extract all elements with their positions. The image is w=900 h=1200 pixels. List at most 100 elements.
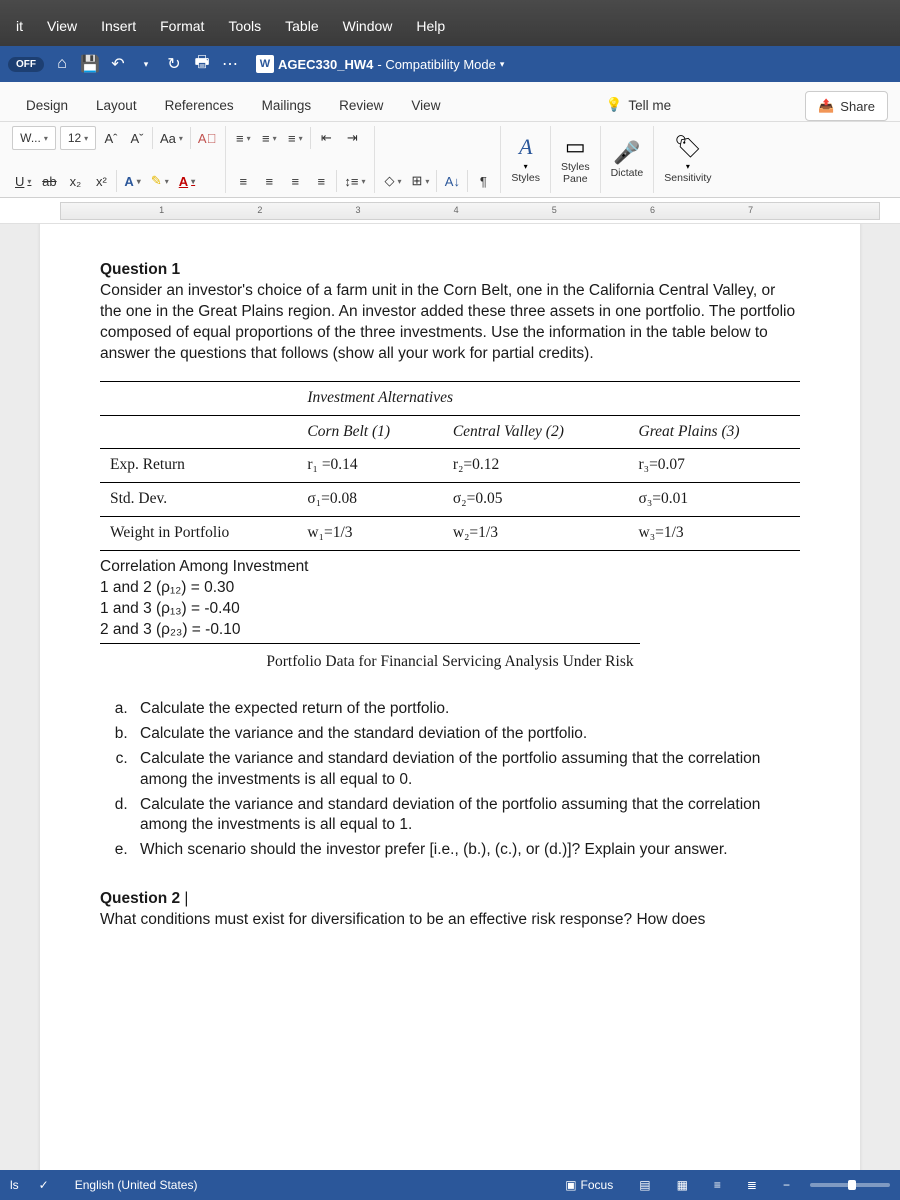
line-spacing-button[interactable]: ↕≡ [341, 169, 368, 193]
web-layout-button[interactable]: ≡ [708, 1178, 727, 1192]
borders-button[interactable]: ⊞ [408, 169, 432, 193]
zoom-slider[interactable] [810, 1183, 890, 1187]
dictate-button[interactable]: 🎤 Dictate [601, 126, 655, 193]
font-group: W... 12 Aˆ Aˇ Aa A⃠ U ab x₂ x² A ✎ A [6, 126, 226, 193]
menu-table[interactable]: Table [273, 12, 330, 40]
lightbulb-icon: 💡 [606, 97, 623, 113]
tab-view[interactable]: View [397, 90, 454, 121]
styles-gallery[interactable]: A ▾ Styles [501, 126, 551, 193]
align-center-button[interactable]: ≡ [258, 169, 280, 193]
tab-mailings[interactable]: Mailings [248, 90, 326, 121]
subscript-button[interactable]: x₂ [64, 169, 86, 193]
mic-icon: 🎤 [613, 140, 640, 166]
tab-references[interactable]: References [151, 90, 248, 121]
strikethrough-button[interactable]: ab [38, 169, 60, 193]
row-weight-label: Weight in Portfolio [100, 517, 297, 551]
ribbon-tabs: Design Layout References Mailings Review… [0, 82, 900, 122]
print-icon[interactable]: 🖶 [192, 54, 212, 74]
font-color-button[interactable]: A [176, 169, 198, 193]
cell: σ₁=0.08 [297, 483, 442, 517]
show-marks-button[interactable]: ¶ [472, 169, 494, 193]
justify-button[interactable]: ≡ [310, 169, 332, 193]
align-left-button[interactable]: ≡ [232, 169, 254, 193]
titlebar: OFF ⌂ 💾 ↶ ▾ ↻ 🖶 ⋯ W AGEC330_HW4 - Compat… [0, 46, 900, 82]
subq-b: Calculate the variance and the standard … [132, 724, 800, 745]
sensitivity-label: Sensitivity [664, 173, 711, 185]
undo-icon[interactable]: ↶ [108, 54, 128, 74]
more-icon[interactable]: ⋯ [220, 54, 240, 74]
increase-indent-button[interactable]: ⇥ [341, 126, 363, 150]
share-button[interactable]: 📤 Share [805, 91, 888, 121]
sort-button[interactable]: A↓ [441, 169, 463, 193]
accessibility-check[interactable]: ✓ [33, 1178, 55, 1192]
ruler-mark: 5 [552, 205, 557, 215]
text-effects-button[interactable]: A [121, 169, 143, 193]
numbering-button[interactable]: ≡ [258, 126, 280, 150]
grow-font-button[interactable]: Aˆ [100, 126, 122, 150]
tab-review[interactable]: Review [325, 90, 397, 121]
font-size-select[interactable]: 12 [60, 126, 96, 150]
mac-menubar: it View Insert Format Tools Table Window… [0, 0, 900, 46]
subq-c: Calculate the variance and standard devi… [132, 749, 800, 791]
change-case-button[interactable]: Aa [157, 126, 186, 150]
superscript-button[interactable]: x² [90, 169, 112, 193]
underline-button[interactable]: U [12, 169, 34, 193]
align-right-button[interactable]: ≡ [284, 169, 306, 193]
highlight-button[interactable]: ✎ [148, 169, 172, 193]
title-dropdown-icon[interactable]: ▾ [500, 59, 505, 70]
decrease-indent-button[interactable]: ⇤ [315, 126, 337, 150]
row-stddev-label: Std. Dev. [100, 483, 297, 517]
ruler-area: 1 2 3 4 5 6 7 [0, 198, 900, 224]
share-icon: 📤 [818, 98, 834, 114]
ruler-mark: 3 [355, 205, 360, 215]
styles-pane-button[interactable]: ▭ StylesPane [551, 126, 601, 193]
cell: σ₂=0.05 [443, 483, 629, 517]
col-centralvalley: Central Valley (2) [443, 415, 629, 449]
menu-insert[interactable]: Insert [89, 12, 148, 40]
multilevel-button[interactable]: ≡ [284, 126, 306, 150]
cell: σ₃=0.01 [629, 483, 801, 517]
print-layout-button[interactable]: ▦ [671, 1178, 694, 1192]
clear-formatting-button[interactable]: A⃠ [195, 126, 219, 150]
outline-button[interactable]: ≣ [741, 1178, 763, 1192]
q2-heading: Question 2 | [100, 889, 800, 910]
menu-window[interactable]: Window [331, 12, 405, 40]
correl-line: 1 and 2 (ρ₁₂) = 0.30 [100, 578, 800, 599]
paragraph-group-2: ◇ ⊞ A↓ ¶ [375, 126, 501, 193]
save-icon[interactable]: 💾 [80, 54, 100, 74]
language-button[interactable]: English (United States) [69, 1178, 204, 1192]
ruler-mark: 4 [454, 205, 459, 215]
compat-mode-label: - Compatibility Mode [377, 57, 496, 72]
shading-button[interactable]: ◇ [381, 169, 404, 193]
font-name-select[interactable]: W... [12, 126, 56, 150]
paragraph-group: ≡ ≡ ≡ ⇤ ⇥ ≡ ≡ ≡ ≡ ↕≡ [226, 126, 375, 193]
read-mode-button[interactable]: ▤ [633, 1178, 656, 1192]
menu-view[interactable]: View [35, 12, 89, 40]
q1-heading: Question 1 [100, 260, 800, 281]
menu-edit[interactable]: it [4, 12, 35, 40]
menu-tools[interactable]: Tools [216, 12, 273, 40]
autosave-toggle[interactable]: OFF [8, 57, 44, 72]
home-icon[interactable]: ⌂ [52, 54, 72, 74]
bullets-button[interactable]: ≡ [232, 126, 254, 150]
subquestion-list: Calculate the expected return of the por… [132, 699, 800, 861]
page[interactable]: Question 1 Consider an investor's choice… [40, 224, 860, 1170]
zoom-out-button[interactable]: − [777, 1178, 796, 1192]
styles-pane-icon: ▭ [565, 134, 586, 160]
tbl-header-main: Investment Alternatives [297, 381, 800, 415]
tab-layout[interactable]: Layout [82, 90, 151, 121]
focus-mode-button[interactable]: ▣ Focus [559, 1178, 619, 1192]
undo-dropdown-icon[interactable]: ▾ [136, 54, 156, 74]
sensitivity-button[interactable]: 🏷 ▾ Sensitivity [654, 126, 721, 193]
document-area[interactable]: Question 1 Consider an investor's choice… [0, 224, 900, 1170]
shrink-font-button[interactable]: Aˇ [126, 126, 148, 150]
menu-help[interactable]: Help [404, 12, 457, 40]
dictate-label: Dictate [611, 168, 644, 180]
menu-format[interactable]: Format [148, 12, 216, 40]
redo-icon[interactable]: ↻ [164, 54, 184, 74]
horizontal-ruler[interactable]: 1 2 3 4 5 6 7 [60, 202, 880, 220]
tellme-search[interactable]: 💡 Tell me [592, 89, 686, 121]
tab-design[interactable]: Design [12, 90, 82, 121]
word-icon: W [256, 55, 274, 73]
col-cornbelt: Corn Belt (1) [297, 415, 442, 449]
